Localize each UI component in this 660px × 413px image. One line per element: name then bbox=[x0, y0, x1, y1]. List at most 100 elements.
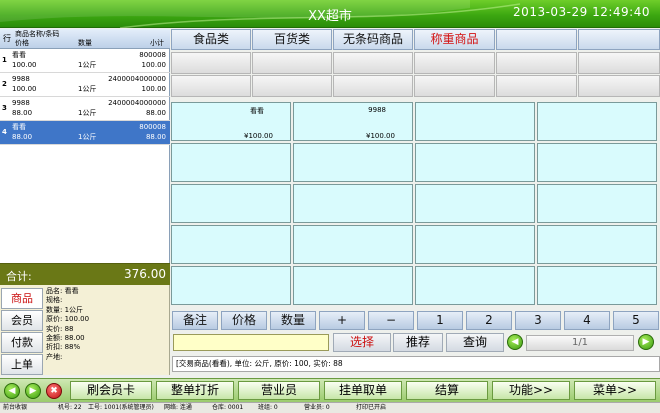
product-tile[interactable] bbox=[293, 143, 413, 182]
tab-general-merchandise[interactable]: 百货类 bbox=[252, 29, 332, 50]
search-input[interactable] bbox=[173, 334, 329, 351]
tab-weighed-goods[interactable]: 称重商品 bbox=[414, 29, 495, 50]
cart-row-qty: 1公斤 bbox=[78, 61, 97, 69]
bottom-toolbar: ◀ ▶ ✖ 刷会员卡 整单打折 营业员 挂单取单 结算 功能>> 菜单>> bbox=[0, 378, 660, 402]
page-prev-icon[interactable]: ◀ bbox=[507, 334, 523, 350]
subcategory-cell[interactable] bbox=[171, 52, 251, 74]
item-info-fields: 品名: 看看 规格: 数量: 1公斤 原价: 100.00 实价: 88 金额:… bbox=[46, 287, 89, 362]
title-bar: XX超市 2013-03-29 12:49:40 bbox=[0, 0, 660, 28]
product-tile[interactable] bbox=[537, 143, 657, 182]
cart-name-header: 商品名称/条码 bbox=[15, 30, 60, 38]
product-tile[interactable] bbox=[415, 266, 535, 305]
product-tile[interactable]: 看看 ¥100.00 bbox=[171, 102, 291, 141]
product-tile[interactable] bbox=[171, 225, 291, 264]
tab-empty-1[interactable] bbox=[496, 29, 577, 50]
subcategory-cell[interactable] bbox=[496, 75, 577, 97]
total-value: 376.00 bbox=[124, 267, 166, 281]
select-button[interactable]: 选择 bbox=[333, 333, 391, 352]
member-card-button[interactable]: 刷会员卡 bbox=[70, 381, 152, 400]
subcategory-cell[interactable] bbox=[252, 75, 332, 97]
product-tile[interactable] bbox=[537, 102, 657, 141]
cart-price-header: 价格 bbox=[15, 39, 29, 47]
recommend-button[interactable]: 推荐 bbox=[393, 333, 443, 352]
product-tile[interactable] bbox=[537, 266, 657, 305]
product-tile[interactable]: 9988 ¥100.00 bbox=[293, 102, 413, 141]
hang-order-button[interactable]: 挂单取单 bbox=[324, 381, 402, 400]
product-tile[interactable] bbox=[171, 184, 291, 223]
product-tile[interactable] bbox=[171, 266, 291, 305]
cart-row[interactable]: 1 看看 800008 100.00 1公斤 100.00 bbox=[0, 49, 170, 73]
minus-button[interactable]: − bbox=[368, 311, 414, 330]
subcategory-cell[interactable] bbox=[414, 75, 495, 97]
product-tile[interactable] bbox=[293, 184, 413, 223]
num-1-button[interactable]: 1 bbox=[417, 311, 463, 330]
product-tile[interactable] bbox=[293, 266, 413, 305]
status-bar: 前台收银 机号: 22 工号: 1001(系统管理员) 网络: 连通 仓库: 0… bbox=[0, 402, 660, 413]
query-button[interactable]: 查询 bbox=[446, 333, 504, 352]
tab-product[interactable]: 商品 bbox=[1, 288, 43, 309]
product-tile[interactable] bbox=[537, 225, 657, 264]
page-next-icon[interactable]: ▶ bbox=[638, 334, 654, 350]
product-tile[interactable] bbox=[415, 225, 535, 264]
product-tile[interactable] bbox=[537, 184, 657, 223]
delete-icon[interactable]: ✖ bbox=[46, 383, 62, 399]
back-icon[interactable]: ◀ bbox=[4, 383, 20, 399]
num-4-button[interactable]: 4 bbox=[564, 311, 610, 330]
subcategory-cell[interactable] bbox=[578, 52, 660, 74]
cart-row-name: 9988 bbox=[12, 99, 30, 107]
quantity-button[interactable]: 数量 bbox=[270, 311, 316, 330]
cart-row-code: 2400004000000 bbox=[108, 75, 166, 83]
cart-row-price: 100.00 bbox=[12, 85, 37, 93]
num-2-button[interactable]: 2 bbox=[466, 311, 512, 330]
page-indicator: 1/1 bbox=[526, 335, 634, 351]
remark-button[interactable]: 备注 bbox=[172, 311, 218, 330]
tab-previous-order[interactable]: 上单 bbox=[1, 354, 43, 375]
price-button[interactable]: 价格 bbox=[221, 311, 267, 330]
cart-row[interactable]: 2 9988 2400004000000 100.00 1公斤 100.00 bbox=[0, 73, 170, 97]
whole-discount-button[interactable]: 整单打折 bbox=[156, 381, 234, 400]
tab-no-barcode[interactable]: 无条码商品 bbox=[333, 29, 413, 50]
num-5-button[interactable]: 5 bbox=[613, 311, 659, 330]
tab-empty-2[interactable] bbox=[578, 29, 660, 50]
tab-payment[interactable]: 付款 bbox=[1, 332, 43, 353]
total-bar: 合计: 376.00 bbox=[0, 263, 170, 285]
cart-row-index: 4 bbox=[2, 128, 7, 136]
product-tile[interactable] bbox=[171, 143, 291, 182]
settle-button[interactable]: 结算 bbox=[406, 381, 488, 400]
subcategory-cell[interactable] bbox=[578, 75, 660, 97]
tab-food[interactable]: 食品类 bbox=[171, 29, 251, 50]
subcategory-cell[interactable] bbox=[333, 52, 413, 74]
subcategory-cell[interactable] bbox=[333, 75, 413, 97]
cart-row-code: 800008 bbox=[139, 123, 166, 131]
item-info-panel: 商品 会员 付款 上单 品名: 看看 规格: 数量: 1公斤 原价: 100.0… bbox=[0, 285, 170, 375]
status-worker: 工号: 1001(系统管理员) bbox=[88, 404, 154, 411]
clerk-button[interactable]: 营业员 bbox=[238, 381, 320, 400]
status-printer: 打印已开启 bbox=[356, 404, 387, 411]
status-mode: 前台收银 bbox=[3, 404, 28, 411]
tab-member[interactable]: 会员 bbox=[1, 310, 43, 331]
forward-icon[interactable]: ▶ bbox=[25, 383, 41, 399]
product-price: ¥100.00 bbox=[366, 132, 395, 140]
num-3-button[interactable]: 3 bbox=[515, 311, 561, 330]
subcategory-cell[interactable] bbox=[414, 52, 495, 74]
cart-row[interactable]: 3 9988 2400004000000 88.00 1公斤 88.00 bbox=[0, 97, 170, 121]
cart-row[interactable]: 4 看看 800008 88.00 1公斤 88.00 bbox=[0, 121, 170, 145]
subcategory-cell[interactable] bbox=[496, 52, 577, 74]
cart-row-subtotal: 100.00 bbox=[141, 61, 167, 69]
product-name: 看看 bbox=[250, 107, 264, 115]
product-tile[interactable] bbox=[415, 184, 535, 223]
info-origin: 产地: bbox=[46, 352, 63, 361]
product-tile[interactable] bbox=[415, 143, 535, 182]
cart-panel: 行 商品名称/条码 价格 数量 小计 1 看看 800008 100.00 1公斤 100… bbox=[0, 29, 170, 263]
product-tile[interactable] bbox=[293, 225, 413, 264]
cart-row-code: 2400004000000 bbox=[108, 99, 166, 107]
subcategory-cell[interactable] bbox=[252, 52, 332, 74]
cart-row-index: 2 bbox=[2, 80, 7, 88]
product-tile[interactable] bbox=[415, 102, 535, 141]
cart-row-qty: 1公斤 bbox=[78, 133, 97, 141]
function-menu-button[interactable]: 功能>> bbox=[492, 381, 570, 400]
main-menu-button[interactable]: 菜单>> bbox=[574, 381, 656, 400]
info-name: 品名: 看看 bbox=[46, 287, 79, 295]
subcategory-cell[interactable] bbox=[171, 75, 251, 97]
plus-button[interactable]: + bbox=[319, 311, 365, 330]
